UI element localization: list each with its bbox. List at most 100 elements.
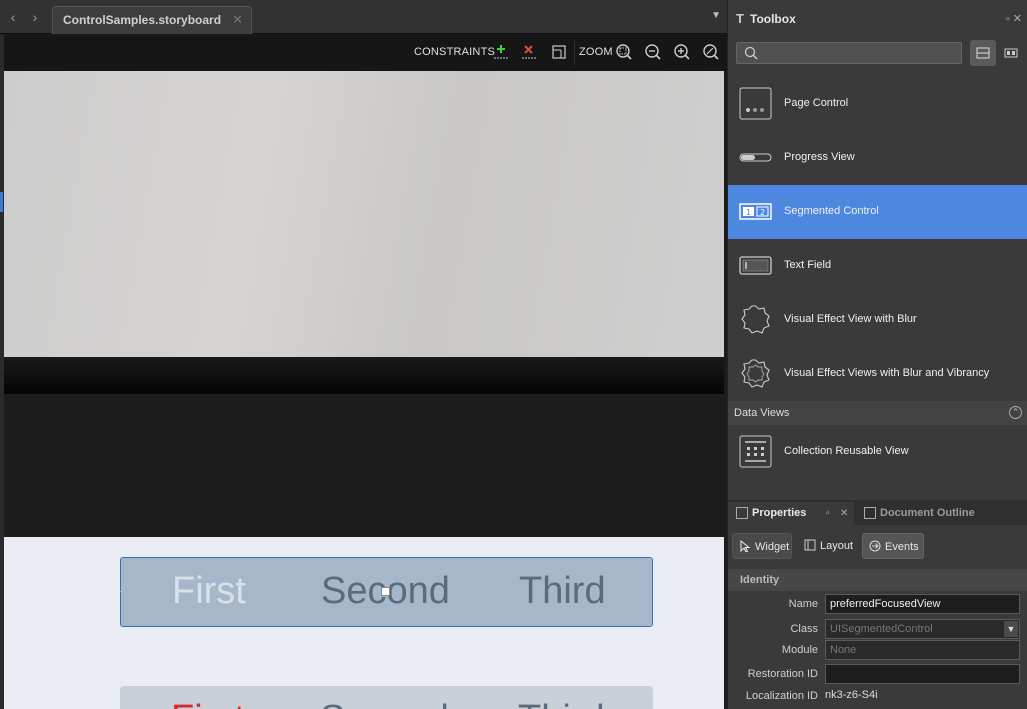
dark-view[interactable] <box>4 394 724 537</box>
localization-label: Localization ID <box>745 690 818 702</box>
add-constraints-icon[interactable] <box>492 43 510 61</box>
restoration-id-field[interactable] <box>825 664 1020 684</box>
toolbox-search-input[interactable] <box>736 42 962 64</box>
properties-icon <box>736 507 748 519</box>
document-tab-title: ControlSamples.storyboard <box>63 13 222 27</box>
gutter-marker <box>0 192 3 212</box>
identity-section-header[interactable]: Identity <box>728 569 1027 591</box>
events-button-label: Events <box>885 541 919 553</box>
zoom-fit-icon[interactable] <box>615 43 633 61</box>
storyboard-editor: ‹ › ControlSamples.storyboard ✕ ▼ CONSTR… <box>0 0 727 709</box>
pointer-icon <box>740 540 751 552</box>
progress-view-icon <box>739 153 772 162</box>
list-view-icon <box>976 47 990 59</box>
close-tab-icon[interactable]: ✕ <box>232 7 243 33</box>
ide-window: ‹ › ControlSamples.storyboard ✕ ▼ CONSTR… <box>0 0 1027 709</box>
zoom-label: ZOOM <box>579 46 613 58</box>
restore-icon[interactable]: ▫ <box>826 502 830 525</box>
toolbox-item-label: Visual Effect Views with Blur and Vibran… <box>784 367 990 379</box>
class-row: Class UISegmentedControl ▼ <box>728 619 1027 641</box>
svg-text:2: 2 <box>760 208 765 217</box>
toolbox-item-visual-effect-vibrancy[interactable]: Visual Effect Views with Blur and Vibran… <box>728 347 1027 401</box>
toolbox-item-label: Progress View <box>784 151 855 163</box>
name-label: Name <box>788 598 818 610</box>
toolbox-item-text-field[interactable]: Text Field <box>728 239 1027 293</box>
class-field[interactable]: UISegmentedControl ▼ <box>825 619 1020 639</box>
toolbox-header: T Toolbox ▫ ✕ <box>728 0 1027 36</box>
text-field-icon <box>739 256 772 275</box>
resize-handle-center[interactable] <box>381 587 390 596</box>
toolbar-strip <box>4 357 724 394</box>
layout-button-label: Layout <box>820 540 854 552</box>
module-label: Module <box>781 644 818 656</box>
toolbox-item-label: Segmented Control <box>784 205 879 217</box>
right-pin-icon[interactable]: ⊣ <box>654 585 668 599</box>
chevron-up-icon[interactable]: ⌃ <box>1009 406 1022 419</box>
zoom-in-icon[interactable] <box>673 43 691 61</box>
toolbox-section-data-views[interactable]: Data Views ⌃ <box>728 401 1027 425</box>
page-control-icon <box>739 87 772 120</box>
grid-view-button[interactable] <box>998 40 1024 66</box>
bottom-pin-icon[interactable]: ⊥ <box>378 628 392 642</box>
layout-button[interactable]: Layout <box>798 533 858 559</box>
module-field[interactable]: None <box>825 640 1020 660</box>
back-arrow-icon[interactable]: ‹ <box>4 8 22 26</box>
toolbox-item-page-control[interactable]: Page Control <box>728 77 1027 131</box>
toolbox-icon: T <box>736 11 744 26</box>
toolbox-item-label: Page Control <box>784 97 849 109</box>
module-row: Module None <box>728 640 1027 662</box>
segment-first[interactable]: First <box>171 698 245 709</box>
toolbox-item-label: Collection Reusable View <box>784 445 909 457</box>
localization-row: Localization ID nk3-z6-S4i <box>728 686 1027 708</box>
visual-effect-vibrancy-icon <box>741 359 770 388</box>
tab-properties[interactable]: Properties ▫ ✕ <box>728 502 854 525</box>
name-field[interactable]: preferredFocusedView <box>825 594 1020 614</box>
background-image-view[interactable] <box>4 71 724 357</box>
document-outline-icon <box>864 507 876 519</box>
class-value: UISegmentedControl <box>830 623 933 635</box>
designer-toolbar: CONSTRAINTS ZOOM <box>4 35 727 71</box>
segment-third[interactable]: Third <box>518 698 605 709</box>
zoom-out-icon[interactable] <box>644 43 662 61</box>
toolbox-item-label: Text Field <box>784 259 832 271</box>
constraints-label: CONSTRAINTS <box>414 46 496 58</box>
segmented-control-secondary[interactable]: First Second Third <box>120 686 653 709</box>
document-tab[interactable]: ControlSamples.storyboard ✕ <box>52 6 252 34</box>
grid-view-icon <box>1004 48 1018 58</box>
list-view-button[interactable] <box>970 40 996 66</box>
restoration-row: Restoration ID <box>728 664 1027 686</box>
toolbox-item-visual-effect-blur[interactable]: Visual Effect View with Blur <box>728 293 1027 347</box>
zoom-reset-icon[interactable] <box>702 43 720 61</box>
segment-third[interactable]: Third <box>519 570 606 613</box>
toolbox-item-collection-reusable-view[interactable]: Collection Reusable View <box>728 425 1027 479</box>
restoration-label: Restoration ID <box>747 668 818 680</box>
document-tab-bar: ‹ › ControlSamples.storyboard ✕ ▼ <box>0 0 727 34</box>
tab-list-dropdown-icon[interactable]: ▼ <box>711 10 721 21</box>
panel-window-buttons[interactable]: ▫ ✕ <box>1006 12 1022 25</box>
class-label: Class <box>790 623 818 635</box>
remove-constraints-icon[interactable] <box>520 43 538 61</box>
widget-button-label: Widget <box>755 541 790 553</box>
frame-icon[interactable] <box>550 43 568 61</box>
toolbox-list: Page Control Progress View 12 Segmented … <box>728 77 1027 495</box>
toolbox-item-segmented-control[interactable]: 12 Segmented Control <box>728 185 1027 239</box>
name-row: Name preferredFocusedView <box>728 594 1027 616</box>
top-pin-icon[interactable]: ⊤ <box>378 546 392 560</box>
forward-arrow-icon[interactable]: › <box>26 8 44 26</box>
left-pin-icon[interactable]: ⊢ <box>110 585 124 599</box>
segment-first[interactable]: First <box>172 570 246 613</box>
toolbox-title: Toolbox <box>750 12 796 26</box>
properties-tab-bar: Properties ▫ ✕ Document Outline <box>728 500 1027 525</box>
widget-button[interactable]: Widget <box>732 533 792 559</box>
close-icon[interactable]: ✕ <box>840 502 848 525</box>
chevron-down-icon[interactable]: ▼ <box>1004 621 1018 637</box>
segment-second[interactable]: Second <box>320 698 449 709</box>
toolbox-item-label: Visual Effect View with Blur <box>784 313 917 325</box>
collection-reusable-view-icon <box>739 435 772 468</box>
events-icon <box>869 540 881 552</box>
visual-effect-icon <box>741 305 770 334</box>
svg-text:1: 1 <box>746 208 751 217</box>
events-button[interactable]: Events <box>862 533 924 559</box>
toolbox-item-progress-view[interactable]: Progress View <box>728 131 1027 185</box>
tab-document-outline[interactable]: Document Outline <box>856 502 1024 525</box>
